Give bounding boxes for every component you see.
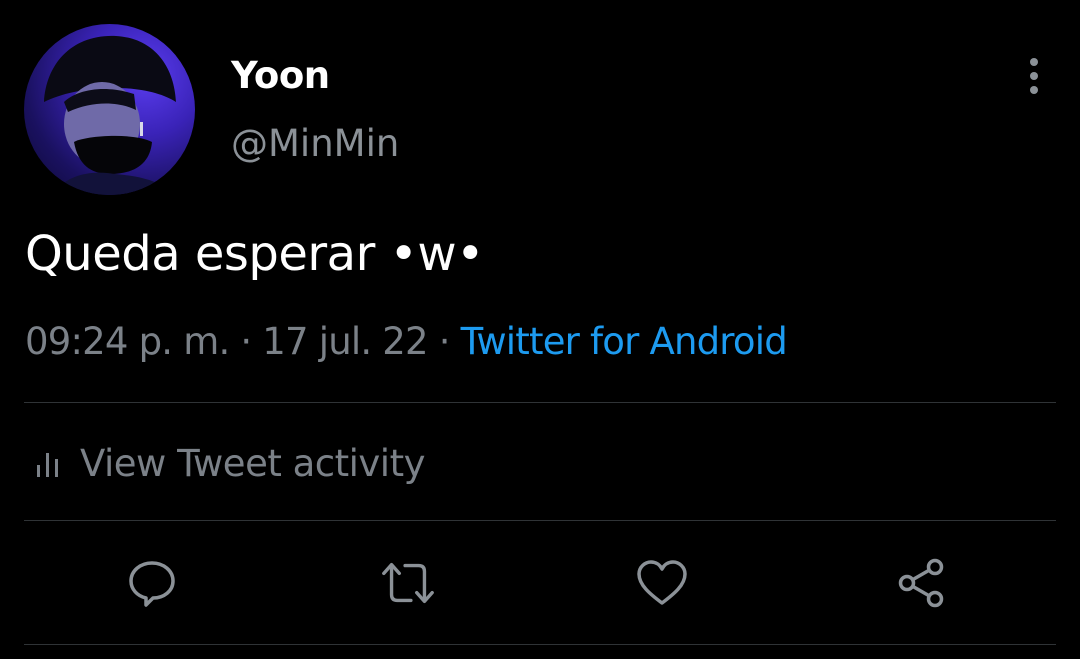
- more-vertical-icon: [1030, 58, 1038, 94]
- tweet-text: Queda esperar •w•: [25, 226, 484, 282]
- retweet-button[interactable]: [378, 553, 438, 613]
- view-tweet-activity-button[interactable]: View Tweet activity: [34, 438, 425, 488]
- author-display-name[interactable]: Yoon: [231, 54, 330, 97]
- divider: [24, 520, 1056, 521]
- avatar[interactable]: [24, 24, 195, 195]
- bar-chart-icon: [37, 453, 58, 477]
- author-handle[interactable]: @MinMin: [231, 122, 399, 165]
- tweet-source-link[interactable]: Twitter for Android: [461, 320, 788, 363]
- meta-separator: ·: [229, 320, 263, 363]
- reply-icon: [129, 561, 175, 607]
- tweet-time: 09:24 p. m.: [25, 320, 230, 363]
- retweet-icon: [382, 562, 434, 604]
- share-icon: [898, 558, 944, 608]
- share-button[interactable]: [891, 553, 951, 613]
- reply-button[interactable]: [122, 553, 182, 613]
- view-tweet-activity-label: View Tweet activity: [80, 441, 425, 485]
- heart-icon: [637, 560, 687, 605]
- like-button[interactable]: [632, 553, 692, 613]
- avatar-image: [44, 35, 176, 195]
- tweet-detail: Yoon @MinMin Queda esperar •w• 09:24 p. …: [0, 0, 1080, 659]
- more-options-button[interactable]: [1016, 56, 1052, 96]
- meta-separator: ·: [427, 320, 461, 363]
- tweet-date: 17 jul. 22: [262, 320, 428, 363]
- divider: [24, 402, 1056, 403]
- tweet-metadata: 09:24 p. m. · 17 jul. 22 · Twitter for A…: [25, 320, 788, 363]
- divider: [24, 644, 1056, 645]
